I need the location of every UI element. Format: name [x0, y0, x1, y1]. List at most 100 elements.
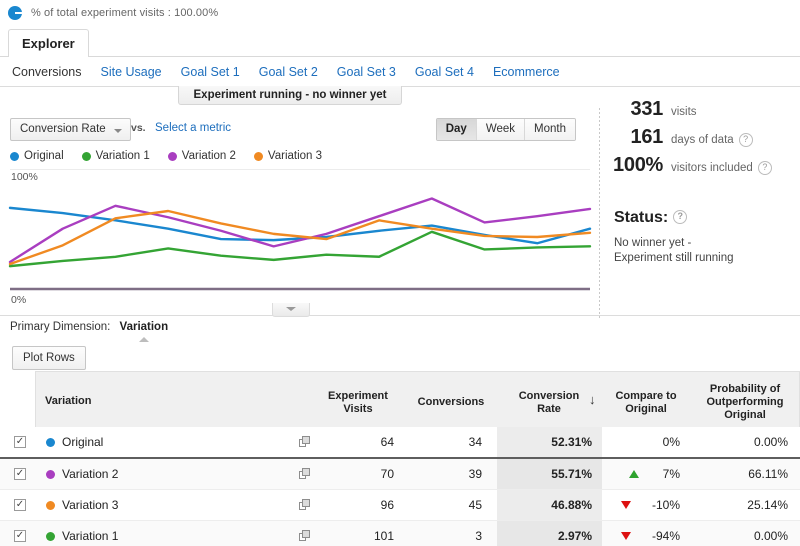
- chart-legend: Original Variation 1 Variation 2 Variati…: [10, 150, 340, 162]
- subnav-item-goal-set-3[interactable]: Goal Set 3: [337, 65, 396, 79]
- row-conversions: 39: [468, 467, 482, 481]
- vs-label: vs.: [131, 122, 146, 134]
- legend-dot-variation-1: [81, 151, 91, 161]
- granularity-week[interactable]: Week: [476, 119, 526, 140]
- plot-rows-button[interactable]: Plot Rows: [12, 346, 86, 370]
- row-experiment-visits: 96: [380, 498, 394, 512]
- table-row[interactable]: ✓ Variation 2 70 39 55.71% 7% 66.11%: [0, 459, 800, 490]
- legend-dot-variation-2: [167, 151, 177, 161]
- legend-dot-original: [10, 151, 19, 161]
- stat-visits-label: visits: [671, 106, 697, 118]
- total-visits-summary-bar: % of total experiment visits : 100.00%: [0, 0, 800, 26]
- th-experiment-visits-line1: Experiment: [328, 390, 388, 402]
- row-variation-name[interactable]: Variation 3: [62, 498, 118, 512]
- subnav-item-ecommerce[interactable]: Ecommerce: [493, 65, 560, 79]
- th-compare-to-original[interactable]: Compare to Original: [606, 390, 686, 416]
- legend-item-variation-2[interactable]: Variation 2: [167, 150, 236, 162]
- table-row[interactable]: ✓ Original 64 34 52.31% 0% 0.00%: [0, 427, 800, 459]
- row-variation-name[interactable]: Variation 1: [62, 529, 118, 543]
- granularity-toggle: Day Week Month: [435, 118, 576, 141]
- primary-dimension-value[interactable]: Variation: [120, 321, 169, 333]
- th-experiment-visits[interactable]: Experiment Visits: [322, 390, 394, 416]
- open-in-new-window-icon[interactable]: [299, 530, 310, 541]
- primary-dimension: Primary Dimension: Variation: [10, 321, 168, 333]
- line-chart[interactable]: 100% 0%: [0, 169, 600, 306]
- row-compare-to-original: -94%: [651, 529, 680, 543]
- granularity-day[interactable]: Day: [436, 119, 477, 140]
- stat-visitors-label: visitors included: [671, 162, 753, 174]
- arrow-down-icon: [621, 501, 631, 509]
- chart-svg: [8, 197, 592, 291]
- series-line-variation-2: [8, 197, 592, 264]
- row-variation-name[interactable]: Original: [62, 435, 103, 449]
- help-icon-days[interactable]: ?: [738, 133, 753, 147]
- row-variation-name[interactable]: Variation 2: [62, 467, 118, 481]
- arrow-down-icon: [621, 532, 631, 540]
- th-conversion-rate-line2: Rate: [537, 403, 561, 415]
- th-compare-line2: Original: [625, 403, 667, 415]
- help-icon-visitors[interactable]: ?: [757, 161, 772, 175]
- row-conversion-rate: 55.71%: [551, 467, 592, 481]
- subnav-item-goal-set-4[interactable]: Goal Set 4: [415, 65, 474, 79]
- row-probability: 25.14%: [747, 498, 788, 512]
- total-visits-text: % of total experiment visits : 100.00%: [31, 7, 219, 19]
- legend-label-variation-2: Variation 2: [181, 150, 236, 162]
- metric-selector-button[interactable]: Conversion Rate: [10, 118, 131, 141]
- th-conversions[interactable]: Conversions: [410, 396, 492, 409]
- arrow-up-icon: [629, 470, 639, 478]
- help-icon-status[interactable]: ?: [673, 210, 688, 224]
- row-checkbox[interactable]: ✓: [14, 468, 26, 480]
- stat-days-label: days of data: [671, 134, 734, 146]
- row-experiment-visits: 64: [380, 435, 394, 449]
- row-compare-to-original: -10%: [651, 498, 680, 512]
- open-in-new-window-icon[interactable]: [299, 436, 310, 447]
- collapse-chart-handle[interactable]: [272, 303, 310, 317]
- subnav-item-goal-set-2[interactable]: Goal Set 2: [259, 65, 318, 79]
- th-probability-line2: Outperforming: [706, 396, 784, 408]
- table-row[interactable]: ✓ Variation 3 96 45 46.88% -10% 25.14%: [0, 490, 800, 521]
- legend-label-variation-3: Variation 3: [267, 150, 323, 162]
- stat-visitors-included: 100% visitors included ?: [595, 154, 772, 177]
- row-checkbox[interactable]: ✓: [14, 436, 26, 448]
- primary-dimension-label: Primary Dimension:: [10, 321, 111, 333]
- status-heading-label: Status:: [614, 209, 669, 226]
- row-compare-to-original: 7%: [662, 467, 680, 481]
- sort-descending-icon[interactable]: ↓: [589, 392, 596, 407]
- select-a-metric-link[interactable]: Select a metric: [155, 122, 231, 134]
- row-probability: 0.00%: [753, 529, 788, 543]
- row-compare-to-original: 0%: [662, 435, 680, 449]
- row-color-dot: [46, 438, 55, 447]
- stat-days-of-data: 161 days of data ?: [595, 126, 753, 149]
- row-conversion-rate: 46.88%: [551, 498, 592, 512]
- row-experiment-visits: 70: [380, 467, 394, 481]
- subnav-item-goal-set-1[interactable]: Goal Set 1: [181, 65, 240, 79]
- row-checkbox[interactable]: ✓: [14, 499, 26, 511]
- experiment-stats-panel: 331 visits 161 days of data ? 100% visit…: [601, 94, 800, 314]
- th-conversion-rate[interactable]: Conversion Rate: [508, 390, 590, 416]
- row-conversions: 3: [475, 529, 482, 543]
- row-checkbox[interactable]: ✓: [14, 530, 26, 542]
- open-in-new-window-icon[interactable]: [299, 499, 310, 510]
- row-experiment-visits: 101: [373, 529, 394, 543]
- chart-top-rule: [10, 169, 590, 170]
- panel-divider: [0, 315, 800, 316]
- legend-label-variation-1: Variation 1: [95, 150, 150, 162]
- legend-item-variation-3[interactable]: Variation 3: [253, 150, 323, 162]
- tab-explorer[interactable]: Explorer: [8, 29, 89, 57]
- table-body: ✓ Original 64 34 52.31% 0% 0.00% ✓ Varia…: [0, 427, 800, 546]
- table-row[interactable]: ✓ Variation 1 101 3 2.97% -94% 0.00%: [0, 521, 800, 546]
- row-color-dot: [46, 501, 55, 510]
- open-in-new-window-icon[interactable]: [299, 468, 310, 479]
- legend-item-original[interactable]: Original: [10, 150, 64, 162]
- subnav-item-site-usage[interactable]: Site Usage: [100, 65, 161, 79]
- th-probability-outperforming[interactable]: Probability of Outperforming Original: [696, 383, 794, 422]
- legend-item-variation-1[interactable]: Variation 1: [81, 150, 150, 162]
- granularity-month[interactable]: Month: [525, 119, 575, 140]
- subnav-item-conversions[interactable]: Conversions: [12, 65, 81, 79]
- tabstrip: Explorer: [0, 26, 800, 57]
- row-conversions: 34: [468, 435, 482, 449]
- th-conversion-rate-line1: Conversion: [518, 390, 580, 402]
- th-variation[interactable]: Variation: [45, 395, 91, 408]
- th-experiment-visits-line2: Visits: [343, 403, 373, 415]
- table-header: Variation Experiment Visits Conversions …: [0, 370, 800, 427]
